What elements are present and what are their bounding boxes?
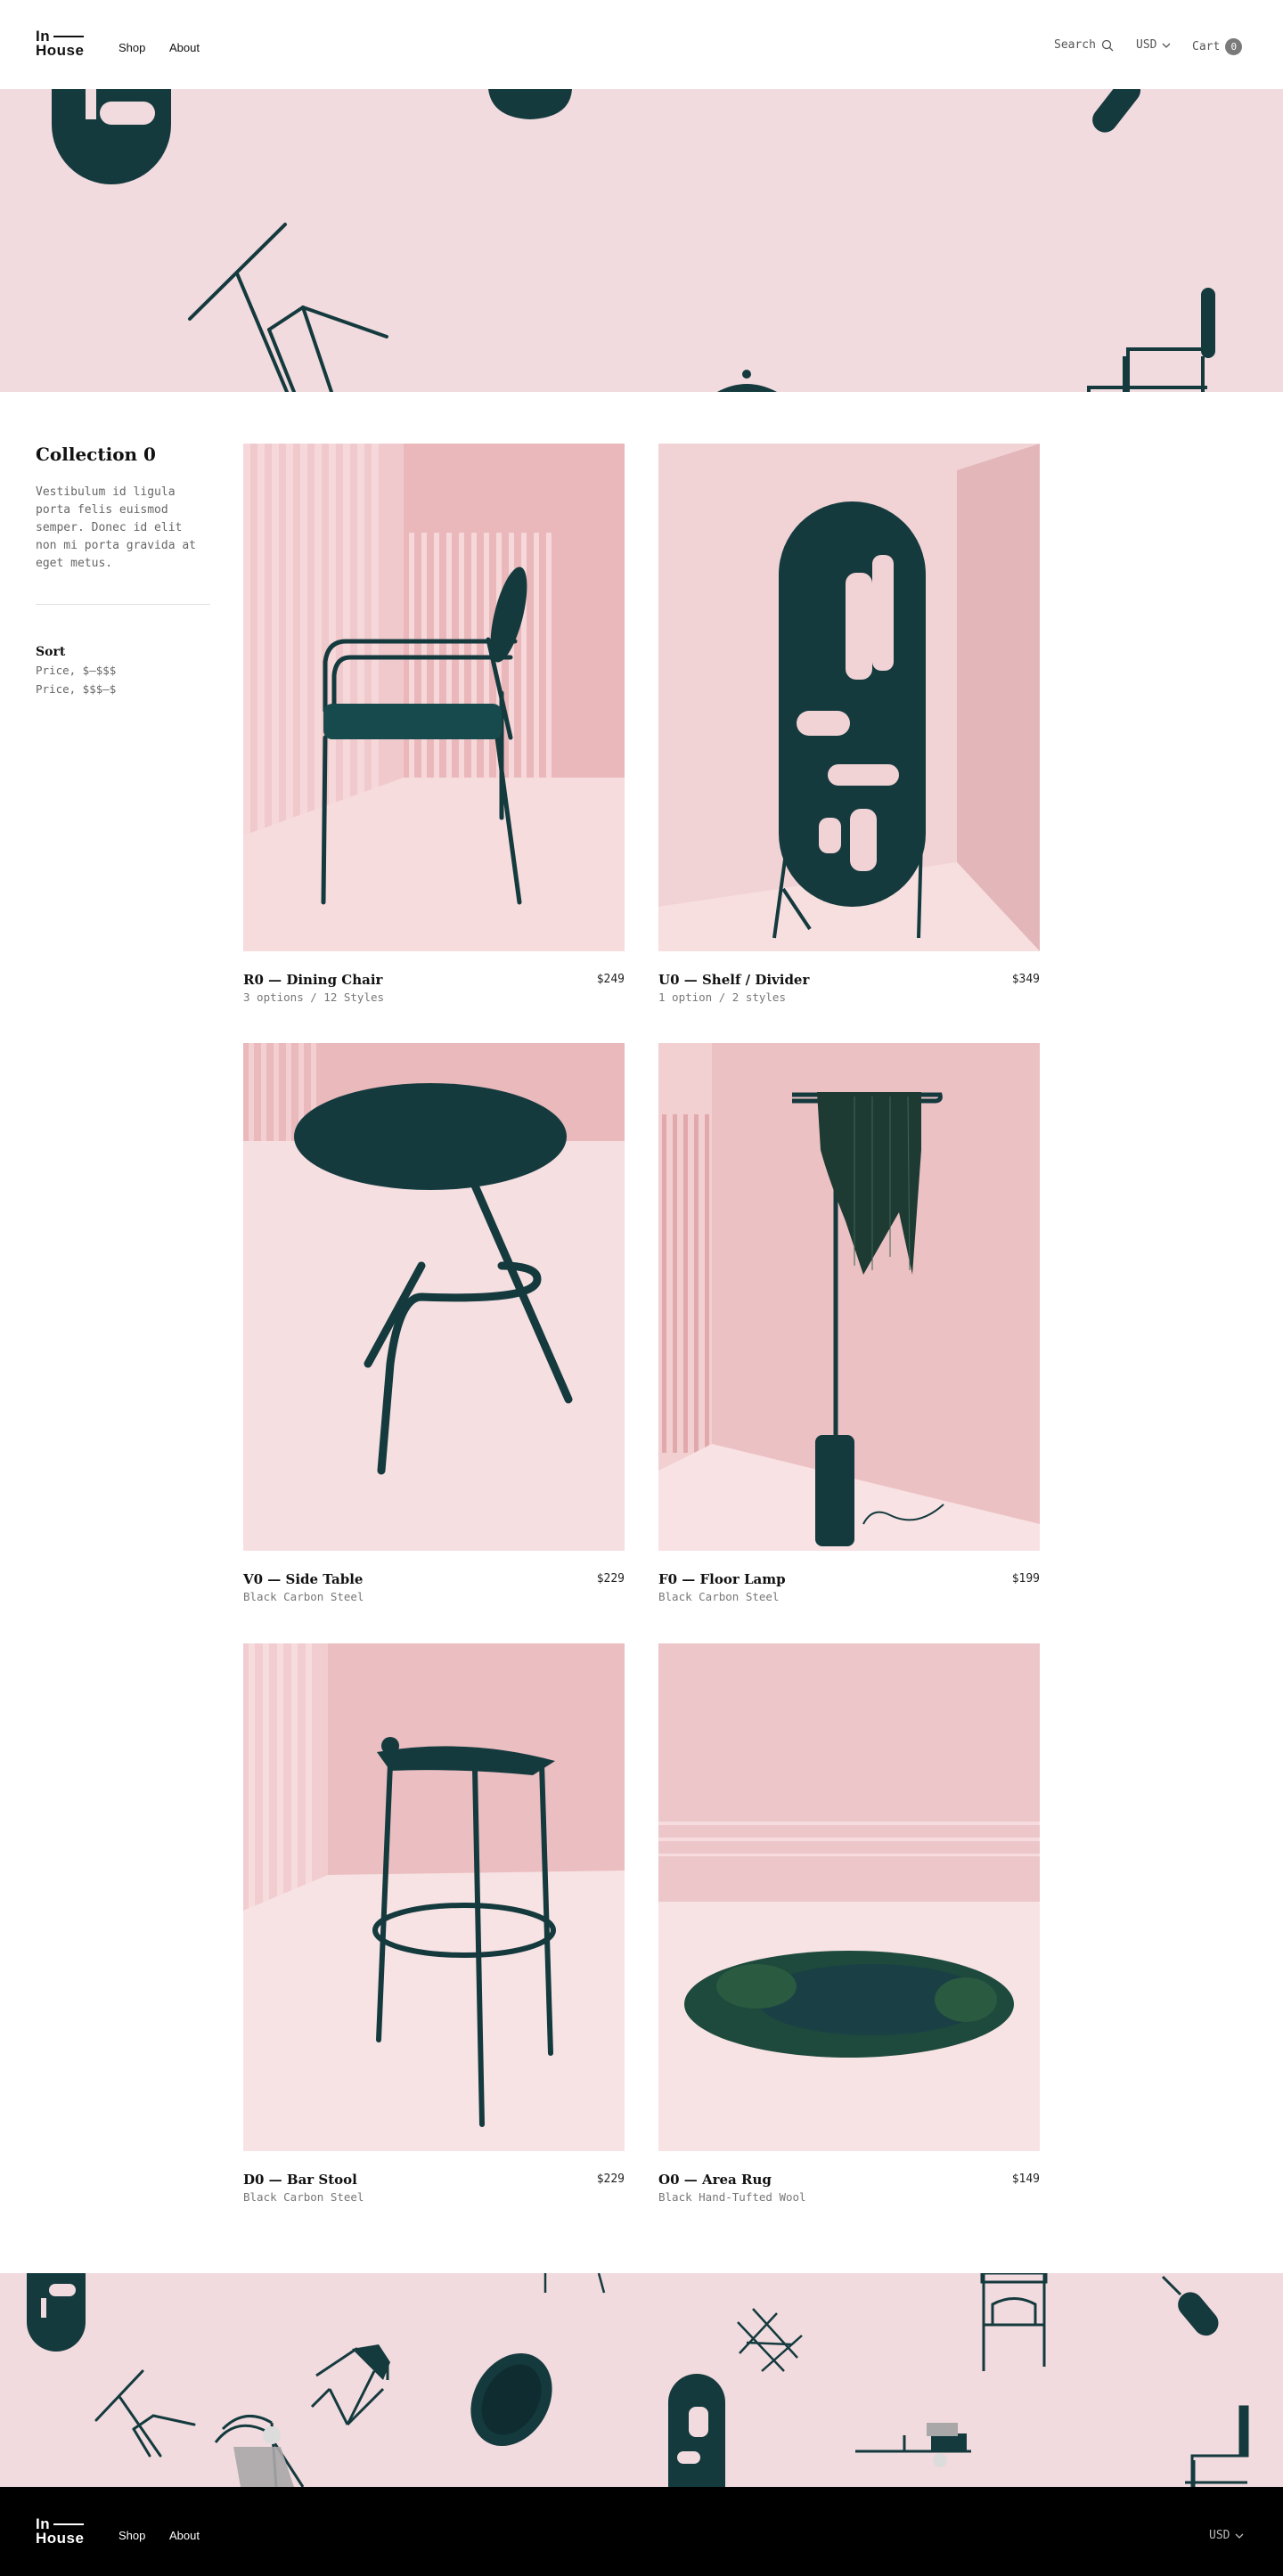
chevron-down-icon [1163,43,1171,48]
sort-heading: Sort [36,645,66,659]
product-name[interactable]: D0 — Bar Stool [243,2172,357,2188]
product-image-area-rug[interactable] [658,1643,1040,2151]
product-name[interactable]: U0 — Shelf / Divider [658,972,809,988]
site-logo[interactable]: In House [36,29,85,59]
sort-price-desc[interactable]: Price, $$$–$ [36,682,116,696]
product-image-floor-lamp[interactable] [658,1043,1040,1551]
currency-label: USD [1136,38,1157,52]
product-card[interactable]: D0 — Bar Stool Black Carbon Steel $229 [243,1643,625,2204]
footer-nav-shop-link[interactable]: Shop [118,2529,145,2542]
footer-currency-selector[interactable]: USD [1209,2529,1244,2542]
product-name[interactable]: V0 — Side Table [243,1571,363,1587]
product-subtitle: Black Carbon Steel [243,1590,364,1603]
product-image-side-table[interactable] [243,1043,625,1551]
hero-furniture-illustration [52,89,1215,392]
product-name[interactable]: F0 — Floor Lamp [658,1571,786,1587]
footer-nav-about-link[interactable]: About [169,2529,200,2542]
logo-dash [53,36,85,37]
footer-logo[interactable]: In House [36,2516,85,2547]
product-price: $149 [1011,2172,1040,2186]
product-subtitle: Black Hand-Tufted Wool [658,2190,806,2204]
search-icon [1101,39,1114,51]
nav-about-link[interactable]: About [169,41,200,54]
footer-currency-label: USD [1209,2529,1230,2542]
product-card[interactable]: V0 — Side Table Black Carbon Steel $229 [243,1043,625,1603]
collection-title: Collection 0 [36,444,156,465]
currency-selector[interactable]: USD [1136,38,1171,52]
product-price: $229 [596,2172,625,2186]
hero-banner [0,89,1283,392]
cart-button[interactable]: Cart 0 [1192,38,1243,55]
footer-furniture-illustration [27,2273,1249,2487]
product-name[interactable]: R0 — Dining Chair [243,972,382,988]
product-card[interactable]: O0 — Area Rug Black Hand-Tufted Wool $14… [658,1643,1040,2204]
product-price: $199 [1011,1572,1040,1586]
product-subtitle: 3 options / 12 Styles [243,990,385,1004]
product-image-bar-stool[interactable] [243,1643,625,2151]
site-header: In House Shop About Search USD Cart 0 [0,0,1283,89]
logo-line2: House [36,42,85,59]
search-button[interactable]: Search [1054,38,1114,52]
product-subtitle: 1 option / 2 styles [658,990,786,1004]
nav-shop-link[interactable]: Shop [118,41,145,54]
site-footer: In House Shop About USD [0,2487,1283,2576]
chevron-down-icon [1236,2533,1244,2539]
product-price: $229 [596,1572,625,1586]
product-name[interactable]: O0 — Area Rug [658,2172,772,2188]
footer-logo-line2: House [36,2530,85,2547]
product-card[interactable]: U0 — Shelf / Divider 1 option / 2 styles… [658,444,1040,1004]
product-image-shelf-divider[interactable] [658,444,1040,951]
collection-description: Vestibulum id ligula porta felis euismod… [36,485,197,570]
search-label: Search [1054,38,1096,52]
product-subtitle: Black Carbon Steel [243,2190,364,2204]
cart-label: Cart [1192,40,1221,53]
cart-count-badge: 0 [1225,38,1243,55]
product-card[interactable]: R0 — Dining Chair 3 options / 12 Styles … [243,444,625,1004]
product-image-dining-chair[interactable] [243,444,625,951]
product-card[interactable]: F0 — Floor Lamp Black Carbon Steel $199 [658,1043,1040,1603]
footer-logo-dash [53,2523,85,2525]
product-price: $249 [596,973,625,986]
footer-illustration-band [0,2273,1283,2487]
product-subtitle: Black Carbon Steel [658,1590,780,1603]
sort-price-asc[interactable]: Price, $–$$$ [36,664,116,677]
sidebar-divider [36,604,210,605]
product-price: $349 [1011,973,1040,986]
